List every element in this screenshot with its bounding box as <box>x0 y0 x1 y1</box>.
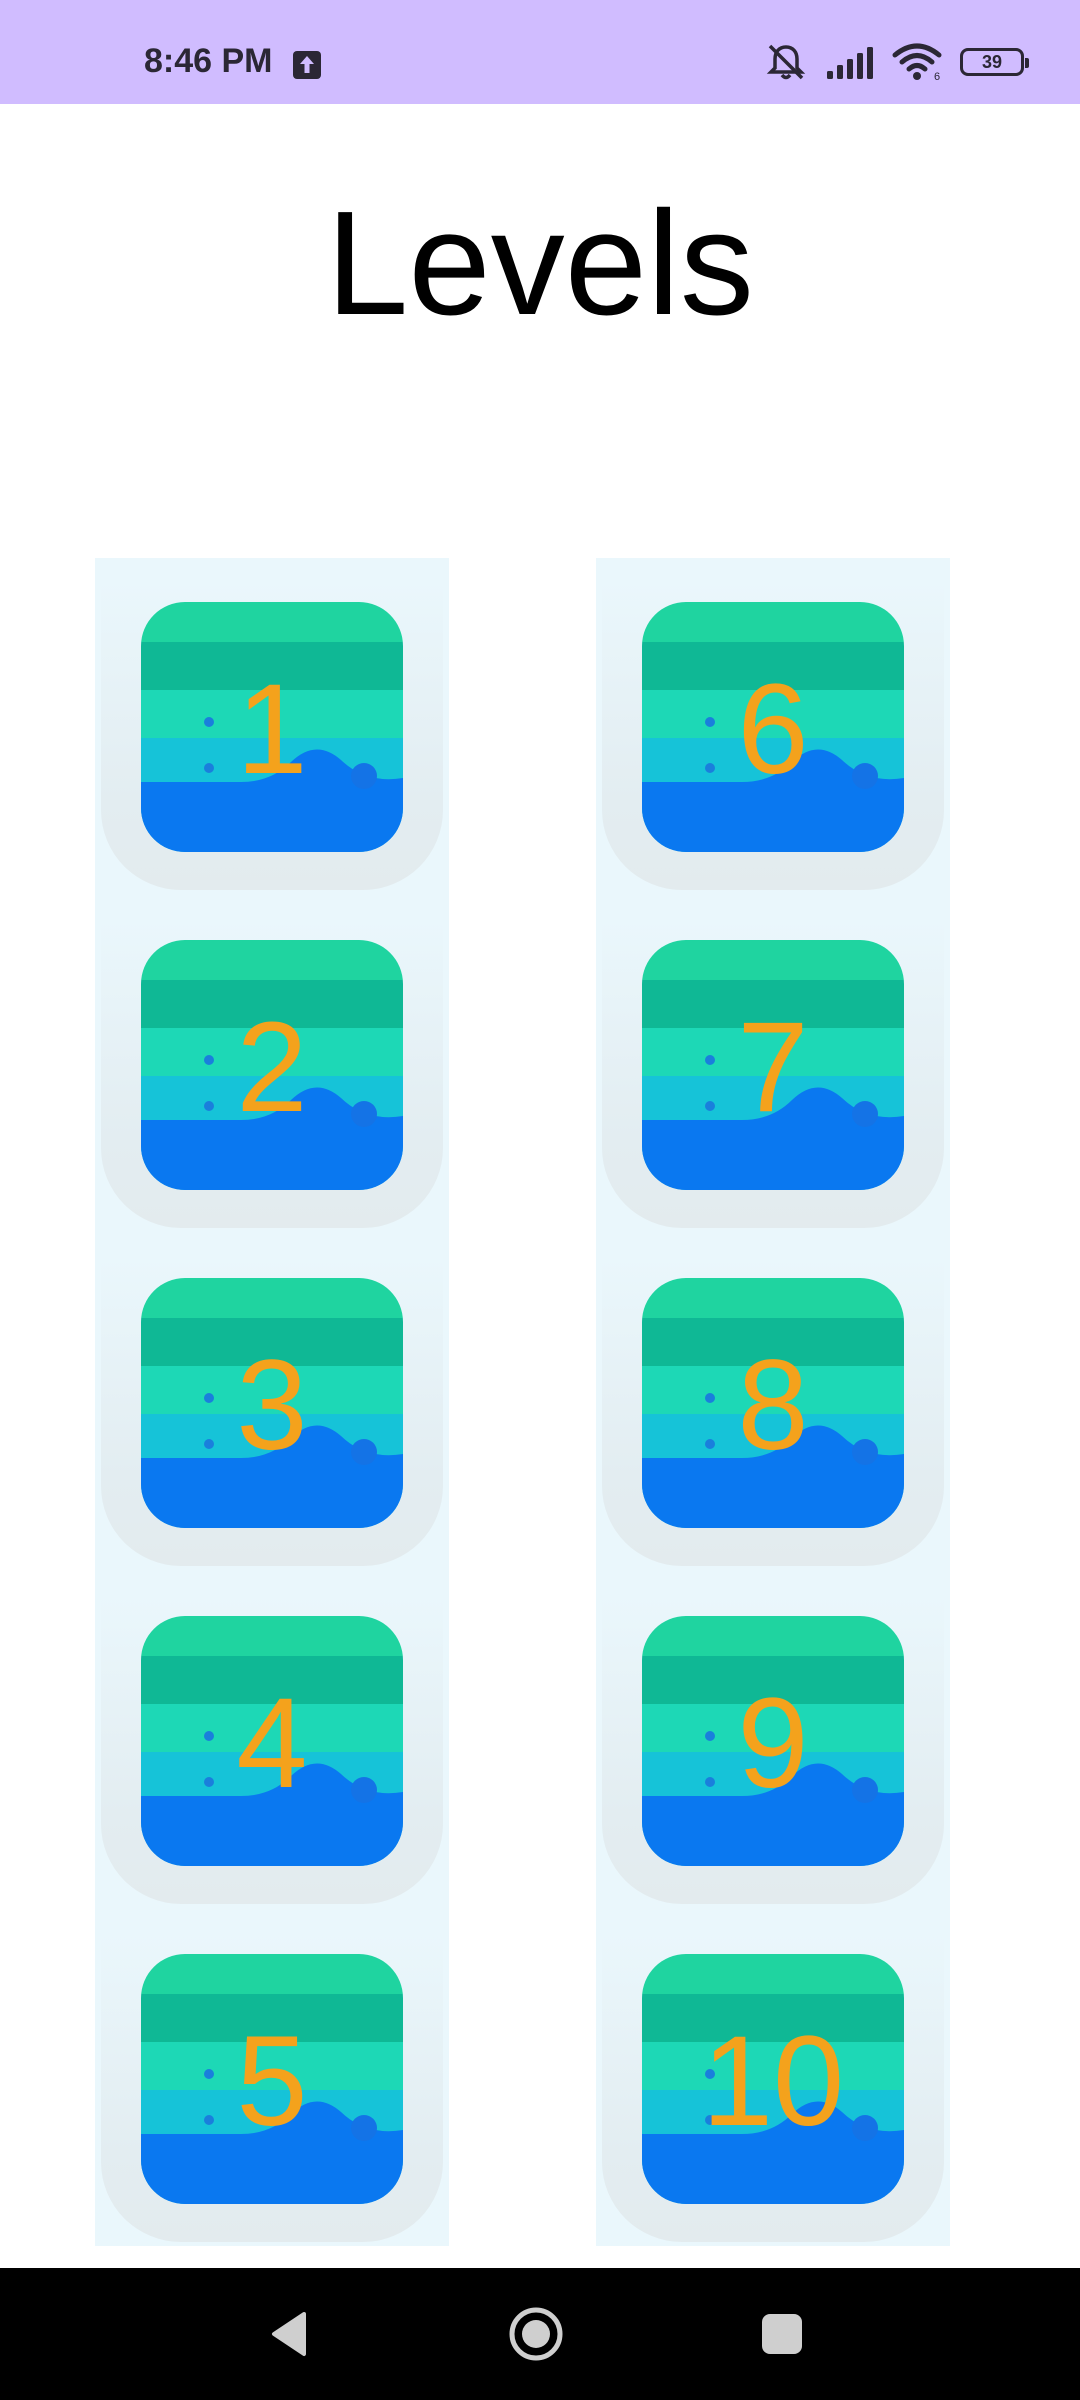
level-button[interactable]: 8 <box>642 1278 904 1528</box>
home-icon[interactable] <box>506 2304 566 2364</box>
level-number: 4 <box>236 1672 308 1815</box>
level-number: 8 <box>737 1334 809 1477</box>
status-icons: 6 39 <box>764 40 1029 84</box>
level-button[interactable]: 6 <box>642 602 904 852</box>
page-title: Levels <box>326 181 754 346</box>
battery-level: 39 <box>981 51 1003 72</box>
notifications-muted-icon <box>764 42 808 82</box>
level-number: 7 <box>737 996 809 1139</box>
level-column-left: 1 2 3 4 5 <box>95 558 449 2246</box>
level-number: 5 <box>236 2010 308 2153</box>
level-button[interactable]: 4 <box>141 1616 403 1866</box>
navigation-bar <box>0 2268 1080 2400</box>
level-column-right: 6 7 8 9 10 <box>596 558 950 2246</box>
upload-icon <box>292 50 322 80</box>
level-number: 10 <box>701 2010 845 2153</box>
back-icon[interactable] <box>260 2304 320 2364</box>
level-number: 2 <box>236 996 308 1139</box>
wifi-icon: 6 <box>892 43 942 81</box>
level-button[interactable]: 5 <box>141 1954 403 2204</box>
level-button[interactable]: 10 <box>642 1954 904 2204</box>
level-tile: 8 <box>596 1234 950 1572</box>
level-tile: 6 <box>596 558 950 896</box>
level-button[interactable]: 7 <box>642 940 904 1190</box>
level-tile: 9 <box>596 1572 950 1910</box>
battery-icon: 39 <box>960 48 1029 76</box>
level-tile: 7 <box>596 896 950 1234</box>
level-tile: 1 <box>95 558 449 896</box>
status-bar: 8:46 PM 6 39 <box>0 0 1080 104</box>
svg-text:6: 6 <box>934 71 940 81</box>
signal-icon <box>826 45 874 79</box>
status-time: 8:46 PM <box>144 42 273 80</box>
level-tile: 10 <box>596 1910 950 2248</box>
level-number: 9 <box>737 1672 809 1815</box>
level-tile: 2 <box>95 896 449 1234</box>
level-button[interactable]: 9 <box>642 1616 904 1866</box>
recents-icon[interactable] <box>752 2304 812 2364</box>
level-button[interactable]: 2 <box>141 940 403 1190</box>
level-number: 6 <box>737 658 809 801</box>
level-tile: 4 <box>95 1572 449 1910</box>
level-number: 1 <box>236 658 308 801</box>
level-number: 3 <box>236 1334 308 1477</box>
level-tile: 5 <box>95 1910 449 2248</box>
level-button[interactable]: 1 <box>141 602 403 852</box>
level-button[interactable]: 3 <box>141 1278 403 1528</box>
level-tile: 3 <box>95 1234 449 1572</box>
